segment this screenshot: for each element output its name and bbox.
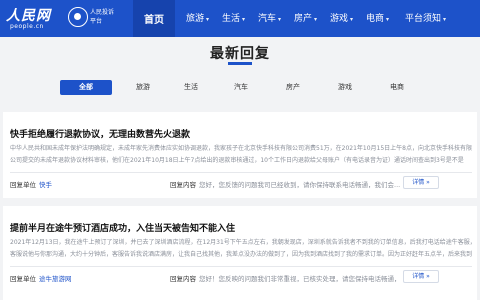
chevron-down-icon: ▾ <box>242 16 246 23</box>
summary-line: 2021年12月13日，我在途牛上预订了深圳，并已去了深圳酒店流程，在12月31… <box>10 239 472 246</box>
detail-button[interactable]: 详情 » <box>403 270 439 283</box>
tab-all[interactable]: 全部 <box>60 80 112 95</box>
nav-item-label: 平台须知 <box>405 14 442 24</box>
people-daily-logo[interactable]: 人民网 people.cn <box>6 5 66 31</box>
category-tabs: 全部 旅游 生活 汽车 房产 游戏 电商 <box>0 76 480 98</box>
reply-content-value: 您好！您反映的问题我们非常重视，已核实处理，请您保持电话畅通， <box>199 275 401 283</box>
complaint-card: 快手拒绝履行退款协议，无理由数营先火退款 中华人民共和国未成年保护法明确规定，未… <box>3 112 477 198</box>
nav-item-label: 房产 <box>294 14 313 24</box>
logo-subtext: people.cn <box>10 23 44 30</box>
reply-content-label: 回复内容 <box>170 181 196 189</box>
chevron-down-icon: ▾ <box>386 16 390 23</box>
nav-item-label: 生活 <box>222 14 241 24</box>
brand-line-2: 平台 <box>90 18 103 25</box>
complaint-platform-emblem-icon <box>68 7 88 27</box>
reply-unit-value[interactable]: 快手 <box>39 181 52 189</box>
reply-content-value: 您好，您反馈的问题我司已经收到，请你保持联系电话畅通，我们会... <box>199 181 401 189</box>
nav-item-label: 电商 <box>366 14 385 24</box>
reply-unit-value[interactable]: 途牛旅游网 <box>39 275 72 283</box>
tab-auto[interactable]: 汽车 <box>226 80 256 95</box>
tab-travel[interactable]: 旅游 <box>128 80 158 95</box>
reply-content: 回复内容 您好！您反映的问题我们非常重视，已核实处理，请您保持电话畅通， <box>170 273 401 283</box>
card-divider <box>10 172 472 173</box>
detail-button[interactable]: 详情 » <box>403 176 439 189</box>
complaint-headline[interactable]: 快手拒绝履行退款协议，无理由数营先火退款 <box>10 127 190 140</box>
chevron-down-icon: ▾ <box>350 16 354 23</box>
nav-item-games[interactable]: 游戏 ▾ <box>330 11 353 24</box>
nav-item-life[interactable]: 生活 ▾ <box>222 11 245 24</box>
reply-unit: 回复单位 快手 <box>10 179 52 189</box>
reply-unit-label: 回复单位 <box>10 181 36 189</box>
nav-item-label: 首页 <box>144 15 164 26</box>
complaint-summary: 2021年12月13日，我在途牛上预订了深圳，并已去了深圳酒店流程，在12月31… <box>10 237 472 261</box>
top-navbar: 人民网 people.cn 人民投诉 平台 首页 旅游 ▾ 生活 ▾ 汽车 ▾ 房产 ▾… <box>0 0 480 37</box>
nav-item-home[interactable]: 首页 <box>144 11 164 26</box>
brand-line-1: 人民投诉 <box>90 9 115 16</box>
complaint-card: 提前半月在途牛预订酒店成功，入住当天被告知不能入住 2021年12月13日，我在… <box>3 206 477 300</box>
chevron-down-icon: ▾ <box>278 16 282 23</box>
nav-item-label: 游戏 <box>330 14 349 24</box>
chevron-down-icon: ▾ <box>206 16 210 23</box>
tab-life[interactable]: 生活 <box>176 80 206 95</box>
complaint-summary: 中华人民共和国未成年保护法明确规定，未成年家先消费体应实如协调退款，我家孩子在北… <box>10 143 472 167</box>
nav-item-label: 汽车 <box>258 14 277 24</box>
summary-line: 客服说他与你那沟通，大约十分钟后，客服告诉我说酒店满房，让我自己找其他，我差点没… <box>10 251 472 258</box>
tab-ecommerce[interactable]: 电商 <box>382 80 412 95</box>
reply-content-label: 回复内容 <box>170 275 196 283</box>
summary-line: 中华人民共和国未成年保护法明确规定，未成年家先消费体应实如协调退款，我家孩子在北… <box>10 145 472 152</box>
tab-realestate[interactable]: 房产 <box>278 80 308 95</box>
reply-content: 回复内容 您好，您反馈的问题我司已经收到，请你保持联系电话畅通，我们会... <box>170 179 400 189</box>
summary-line: 公司提交的未成年退款协议材料审核，他们在2021年10月18日上午7点给出的退款… <box>10 157 464 164</box>
reply-unit: 回复单位 途牛旅游网 <box>10 273 72 283</box>
nav-item-auto[interactable]: 汽车 ▾ <box>258 11 281 24</box>
card-divider <box>10 266 472 267</box>
nav-item-ecommerce[interactable]: 电商 ▾ <box>366 11 389 24</box>
logo-text: 人民网 <box>6 8 51 24</box>
nav-item-platform-notice[interactable]: 平台须知 ▾ <box>405 11 446 24</box>
page-title: 最新回复 <box>210 46 270 62</box>
complaint-platform-brand[interactable]: 人民投诉 平台 <box>90 8 114 26</box>
nav-item-label: 旅游 <box>186 14 205 24</box>
title-underline <box>228 62 252 65</box>
chevron-down-icon: ▾ <box>314 16 318 23</box>
reply-unit-label: 回复单位 <box>10 275 36 283</box>
tab-games[interactable]: 游戏 <box>330 80 360 95</box>
chevron-down-icon: ▾ <box>443 16 447 23</box>
nav-item-realestate[interactable]: 房产 ▾ <box>294 11 317 24</box>
nav-item-travel[interactable]: 旅游 ▾ <box>186 11 209 24</box>
complaint-headline[interactable]: 提前半月在途牛预订酒店成功，入住当天被告知不能入住 <box>10 221 235 234</box>
